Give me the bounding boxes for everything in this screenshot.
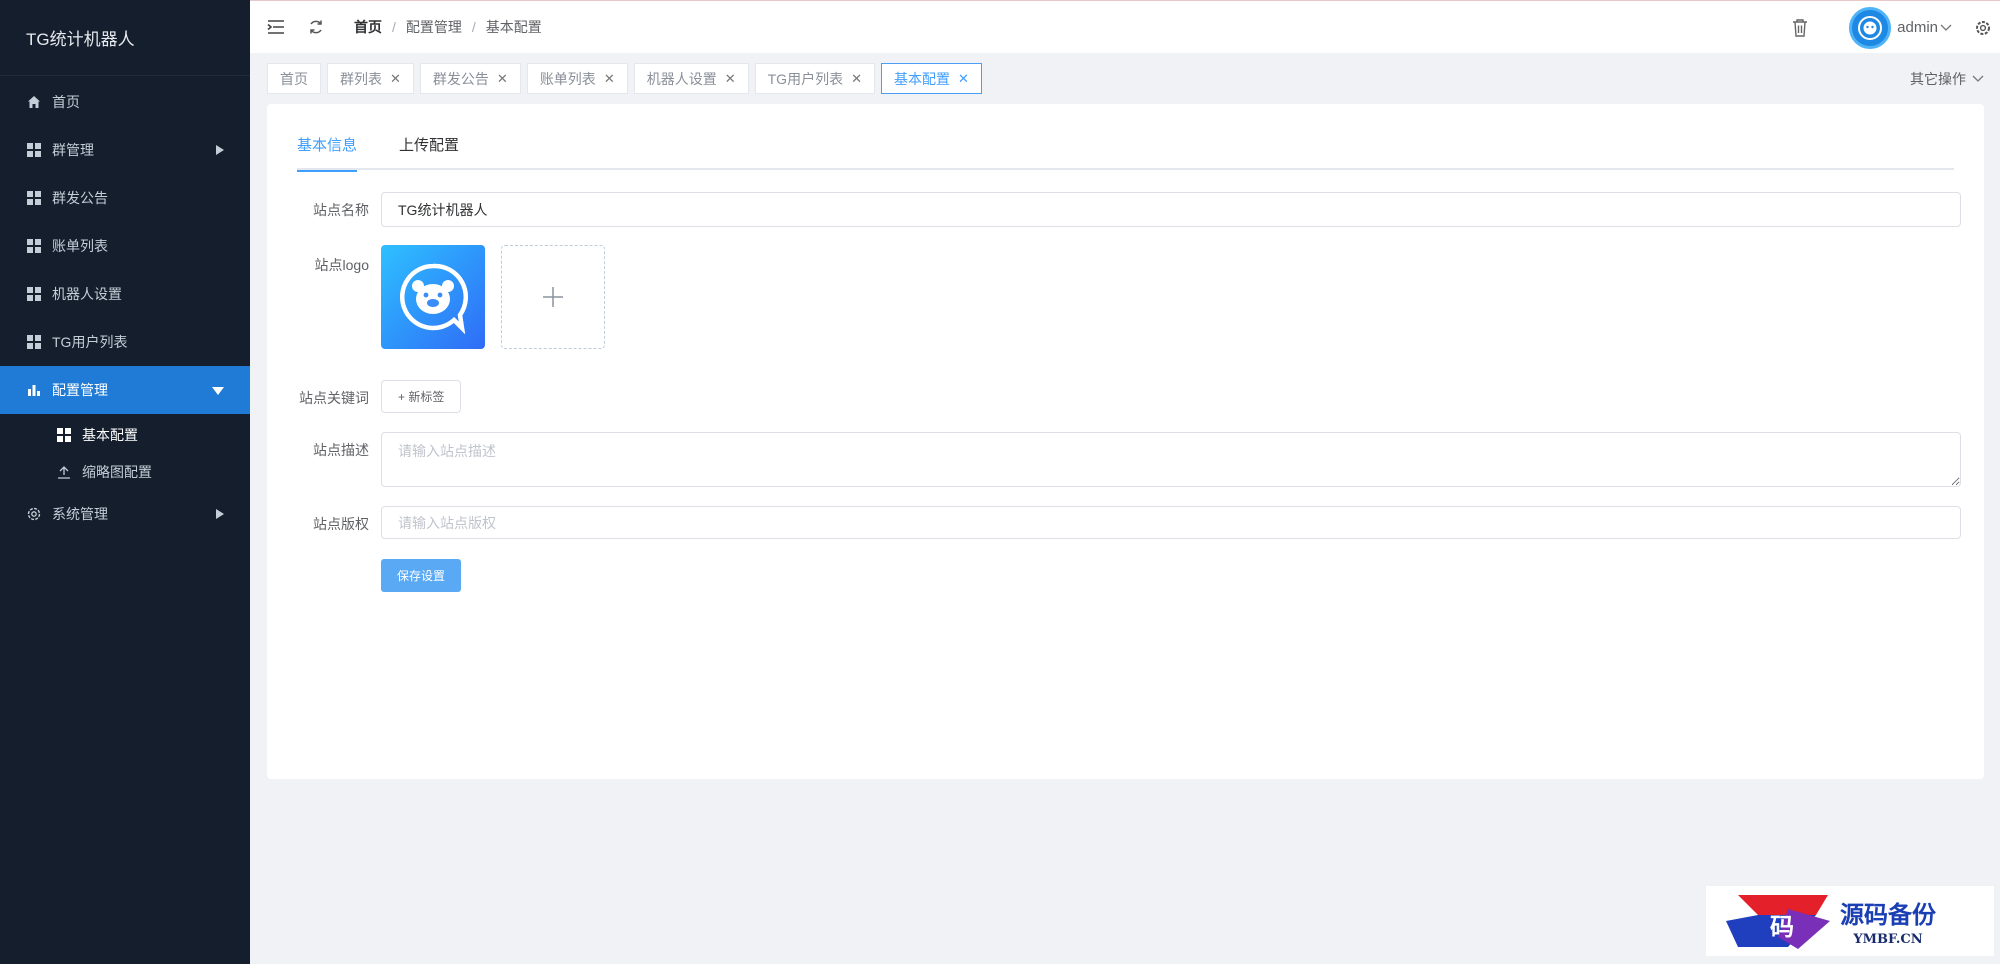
sidebar-item-label: 配置管理 bbox=[52, 382, 108, 398]
tags-view: 首页 群列表 ✕ 群发公告 ✕ 账单列表 ✕ 机器人设置 ✕ TG用户列表 ✕ 基本配置 ✕… bbox=[250, 53, 2000, 104]
site-name-input[interactable] bbox=[381, 192, 1961, 227]
grid-icon bbox=[26, 238, 42, 254]
save-settings-button[interactable]: 保存设置 bbox=[381, 559, 462, 592]
watermark: 码 源码备份 YMBF.CN bbox=[1706, 886, 1994, 956]
menu-toggle-icon[interactable] bbox=[266, 17, 286, 37]
sidebar-item-label: 群管理 bbox=[52, 142, 94, 158]
header-right: admin bbox=[1791, 1, 2000, 54]
tag-bot-settings[interactable]: 机器人设置 ✕ bbox=[633, 63, 749, 94]
avatar[interactable] bbox=[1849, 6, 1892, 49]
tag-label: TG用户列表 bbox=[767, 70, 844, 87]
config-card: 基本信息 上传配置 站点名称 站点logo 站点关键词 + 新标签 bbox=[267, 104, 1984, 779]
sidebar-item-tg-users[interactable]: TG用户列表 bbox=[0, 318, 250, 366]
trash-icon[interactable] bbox=[1791, 18, 1809, 38]
grid-icon bbox=[26, 142, 42, 158]
chevron-down-icon bbox=[1972, 75, 1984, 82]
settings-gear-icon[interactable] bbox=[1974, 19, 1992, 37]
tag-label: 群列表 bbox=[340, 70, 382, 87]
copyright-input[interactable] bbox=[381, 506, 1961, 539]
close-icon[interactable]: ✕ bbox=[958, 71, 969, 87]
tab-upload-config[interactable]: 上传配置 bbox=[399, 134, 459, 170]
watermark-main: 源码备份 bbox=[1840, 900, 1936, 929]
breadcrumb-separator: / bbox=[392, 19, 396, 35]
tag-home[interactable]: 首页 bbox=[267, 63, 321, 94]
tag-basic-config[interactable]: 基本配置 ✕ bbox=[880, 63, 982, 94]
logo-thumbnail[interactable] bbox=[381, 245, 485, 349]
sidebar-item-label: 账单列表 bbox=[52, 238, 108, 254]
bear-logo-icon bbox=[400, 263, 468, 334]
breadcrumb-separator: / bbox=[471, 19, 476, 35]
sidebar-item-label: 首页 bbox=[52, 94, 80, 110]
sidebar-item-label: 群发公告 bbox=[52, 190, 108, 206]
tag-label: 账单列表 bbox=[539, 70, 596, 87]
app-brand: TG统计机器人 bbox=[0, 0, 250, 76]
tag-label: 群发公告 bbox=[432, 70, 489, 87]
grid-icon bbox=[26, 286, 42, 302]
upload-icon bbox=[56, 464, 72, 480]
breadcrumb-item-home[interactable]: 首页 bbox=[354, 17, 382, 37]
new-tag-button[interactable]: + 新标签 bbox=[381, 380, 462, 413]
tag-bills[interactable]: 账单列表 ✕ bbox=[526, 63, 628, 94]
breadcrumb-item-basic: 基本配置 bbox=[485, 19, 542, 35]
caret-down-icon bbox=[212, 382, 224, 398]
copyright-label: 站点版权 bbox=[313, 516, 369, 532]
watermark-text: 源码备份 YMBF.CN bbox=[1840, 895, 1936, 947]
refresh-icon[interactable] bbox=[306, 17, 326, 37]
description-label: 站点描述 bbox=[313, 442, 369, 458]
breadcrumb-item-config: 配置管理 bbox=[405, 19, 462, 35]
grid-icon bbox=[26, 190, 42, 206]
other-operations-dropdown[interactable]: 其它操作 bbox=[1910, 53, 1984, 104]
submenu-item-label: 基本配置 bbox=[82, 426, 138, 443]
close-icon[interactable]: ✕ bbox=[851, 71, 862, 87]
sidebar-item-bot-settings[interactable]: 机器人设置 bbox=[0, 270, 250, 318]
breadcrumb: 首页 / 配置管理 / 基本配置 bbox=[354, 17, 542, 37]
close-icon[interactable]: ✕ bbox=[725, 71, 736, 87]
gear-icon bbox=[26, 506, 42, 522]
sidebar-item-label: 机器人设置 bbox=[52, 286, 122, 302]
submenu-item-label: 缩略图配置 bbox=[82, 463, 152, 480]
close-icon[interactable]: ✕ bbox=[604, 71, 615, 87]
site-logo-label: 站点logo bbox=[314, 257, 369, 273]
watermark-logo: 码 bbox=[1726, 895, 1830, 949]
sidebar-item-group-management[interactable]: 群管理 bbox=[0, 126, 250, 174]
submenu-item-thumbnail-config[interactable]: 缩略图配置 bbox=[0, 453, 250, 490]
other-ops-label: 其它操作 bbox=[1910, 70, 1966, 87]
caret-right-icon bbox=[216, 142, 224, 158]
tag-broadcast[interactable]: 群发公告 ✕ bbox=[419, 63, 521, 94]
user-menu[interactable]: admin bbox=[1897, 19, 1952, 36]
tab-basic-info[interactable]: 基本信息 bbox=[297, 134, 358, 172]
home-icon bbox=[26, 94, 42, 110]
tag-label: 首页 bbox=[280, 70, 308, 87]
grid-icon bbox=[56, 427, 72, 443]
chevron-down-icon bbox=[1940, 24, 1952, 31]
sidebar-item-home[interactable]: 首页 bbox=[0, 78, 250, 126]
watermark-sub: YMBF.CN bbox=[1853, 932, 1923, 947]
sidebar: TG统计机器人 首页 群管理 群发公告 账单列表 机器人设置 TG用户列表 配置… bbox=[0, 0, 250, 964]
bar-chart-icon bbox=[26, 382, 42, 398]
sidebar-item-bills[interactable]: 账单列表 bbox=[0, 222, 250, 270]
sidebar-item-config-management[interactable]: 配置管理 bbox=[0, 366, 250, 414]
sidebar-item-label: 系统管理 bbox=[52, 506, 108, 522]
sidebar-item-system-management[interactable]: 系统管理 bbox=[0, 490, 250, 538]
site-name-label: 站点名称 bbox=[313, 202, 369, 218]
close-icon[interactable]: ✕ bbox=[390, 71, 401, 87]
top-header: 首页 / 配置管理 / 基本配置 admin bbox=[250, 0, 2000, 53]
tag-label: 机器人设置 bbox=[646, 70, 717, 87]
tag-label: 基本配置 bbox=[893, 70, 950, 87]
close-icon[interactable]: ✕ bbox=[497, 71, 508, 87]
sidebar-item-label: TG用户列表 bbox=[52, 334, 128, 350]
plus-icon bbox=[543, 287, 563, 307]
config-tabs: 基本信息 上传配置 bbox=[297, 134, 1954, 172]
tag-tg-users[interactable]: TG用户列表 ✕ bbox=[754, 63, 875, 94]
caret-right-icon bbox=[216, 506, 224, 522]
submenu-item-basic-config[interactable]: 基本配置 bbox=[0, 416, 250, 453]
logo-upload-button[interactable] bbox=[501, 245, 605, 349]
watermark-glyph: 码 bbox=[1770, 912, 1794, 941]
username: admin bbox=[1897, 19, 1938, 36]
grid-icon bbox=[26, 334, 42, 350]
description-textarea[interactable] bbox=[381, 432, 1961, 487]
keywords-label: 站点关键词 bbox=[299, 390, 369, 406]
sidebar-item-broadcast[interactable]: 群发公告 bbox=[0, 174, 250, 222]
tag-group-list[interactable]: 群列表 ✕ bbox=[327, 63, 414, 94]
